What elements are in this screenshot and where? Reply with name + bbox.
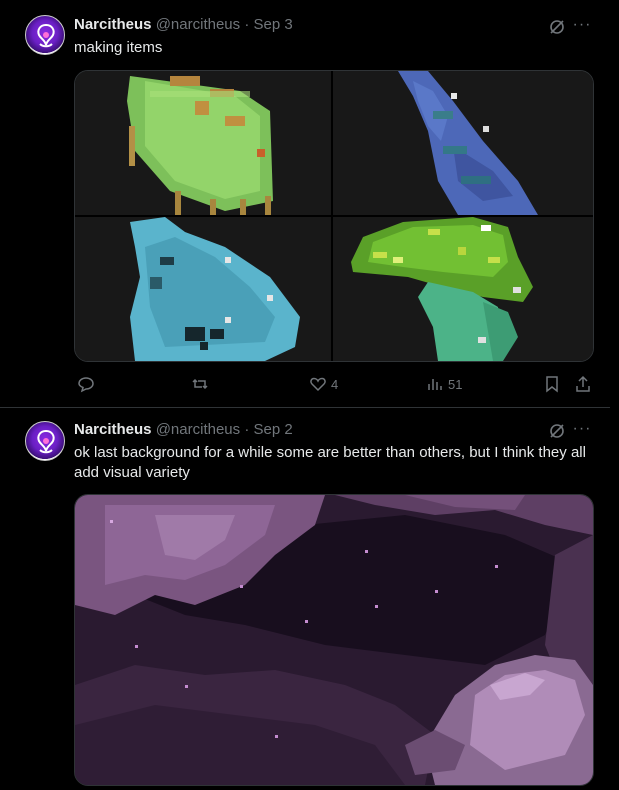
cave-background-art <box>75 495 593 785</box>
separator: · <box>244 16 250 33</box>
more-icon[interactable]: ··· <box>572 421 592 440</box>
avatar-logo-icon <box>37 23 55 48</box>
views-button[interactable]: 51 <box>426 374 462 394</box>
media-image-horn-item[interactable] <box>333 71 593 215</box>
media-image-mushroom-item[interactable] <box>333 217 593 361</box>
repost-icon <box>192 378 208 390</box>
like-icon <box>310 377 326 392</box>
share-icon <box>576 375 590 392</box>
tweet[interactable]: Narcitheus @narcitheus · Sep 2 ··· ok la… <box>0 408 610 790</box>
tweet[interactable]: Narcitheus @narcitheus · Sep 3 ··· makin… <box>0 0 610 408</box>
author-name[interactable]: Narcitheus <box>74 421 152 438</box>
author-handle[interactable]: @narcitheus <box>156 16 240 33</box>
media-divider <box>75 215 593 217</box>
author-handle[interactable]: @narcitheus <box>156 421 240 438</box>
horn-item-sprite <box>333 71 593 215</box>
bookmark-button[interactable] <box>543 374 561 394</box>
tweet-header: Narcitheus @narcitheus · Sep 3 <box>74 16 293 33</box>
tweet-text: ok last background for a while some are … <box>74 444 586 481</box>
tweet-header: Narcitheus @narcitheus · Sep 2 <box>74 421 293 438</box>
grok-icon[interactable] <box>548 18 566 36</box>
media-image-cave-background[interactable] <box>74 494 594 786</box>
tweet-date[interactable]: Sep 2 <box>253 421 292 438</box>
mushroom-item-sprite <box>333 217 593 361</box>
avatar-logo-icon <box>37 429 55 454</box>
tweet-actions: 4 51 <box>74 374 594 394</box>
views-count: 51 <box>448 376 463 392</box>
bookmark-icon <box>546 376 558 393</box>
grok-icon[interactable] <box>548 422 566 440</box>
like-button[interactable]: 4 <box>309 374 338 394</box>
tweet-text: making items <box>74 39 163 56</box>
reply-button[interactable] <box>77 374 99 394</box>
repost-button[interactable] <box>191 374 213 394</box>
more-icon[interactable]: ··· <box>572 17 592 36</box>
crystal-item-sprite <box>75 217 331 361</box>
separator: · <box>244 421 250 438</box>
media-grid[interactable] <box>74 70 594 362</box>
author-name[interactable]: Narcitheus <box>74 16 152 33</box>
reply-icon <box>78 377 94 393</box>
like-count: 4 <box>331 376 339 392</box>
avatar[interactable] <box>25 421 65 461</box>
media-image-crystal-item[interactable] <box>75 217 331 361</box>
media-image-leaf-item[interactable] <box>75 71 331 215</box>
views-icon <box>428 379 442 390</box>
tweet-date[interactable]: Sep 3 <box>253 16 292 33</box>
leaf-item-sprite <box>75 71 331 215</box>
share-button[interactable] <box>574 374 592 394</box>
avatar[interactable] <box>25 15 65 55</box>
